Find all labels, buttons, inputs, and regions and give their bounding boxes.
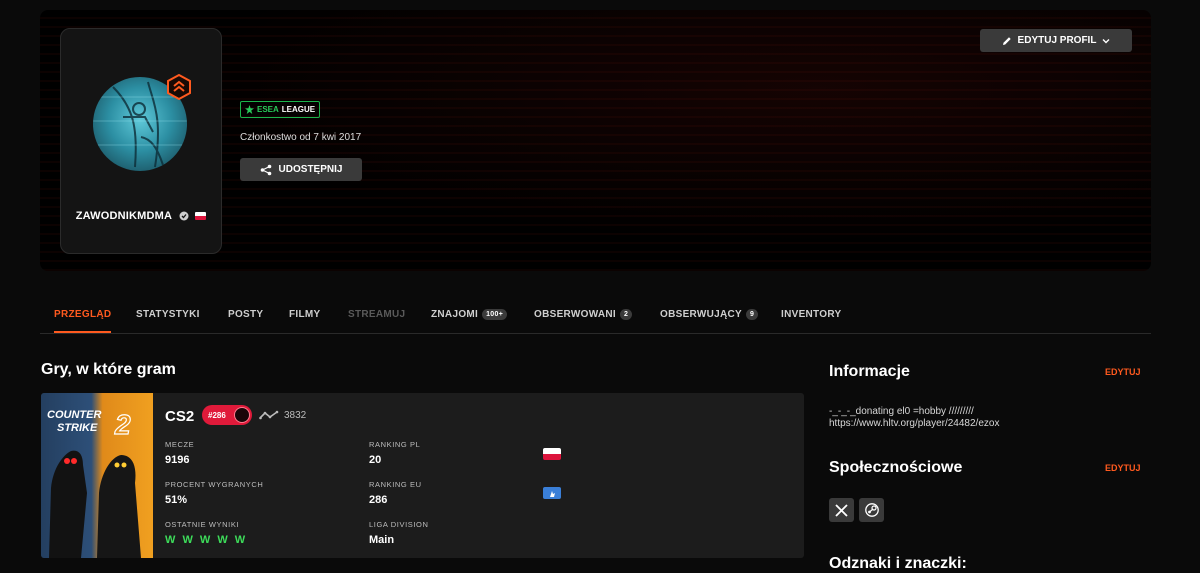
tab-statystyki[interactable]: STATYSTYKI <box>136 309 200 320</box>
chevron-down-icon <box>1102 38 1110 43</box>
elo-value: 3832 <box>284 410 307 421</box>
tab-label: ZNAJOMI <box>431 309 479 320</box>
tab-label: STREAMUJ <box>348 309 406 320</box>
recent-results-label: OSTATNIE WYNIKI <box>165 520 240 529</box>
profile-banner: ZAWODNIKMDMA ESEA LEAGUE Członkostwo od … <box>40 10 1151 271</box>
tab-label: POSTY <box>228 309 264 320</box>
x-social-button[interactable] <box>829 498 854 522</box>
cover-text-line1: COUNTER <box>47 409 101 421</box>
tab-obserwowani[interactable]: OBSERWOWANI 2 <box>534 309 633 320</box>
badges-title: Odznaki i znaczki: <box>829 555 967 572</box>
esea-star-icon <box>245 105 254 114</box>
tab-obserwujacy[interactable]: OBSERWUJĄCY 9 <box>660 309 759 320</box>
elo-trend-icon <box>259 410 279 420</box>
username[interactable]: ZAWODNIKMDMA <box>76 210 172 222</box>
cover-text-line2: STRIKE <box>57 422 98 434</box>
rank-eu-label: RANKING EU <box>369 480 422 489</box>
games-section-title: Gry, w które gram <box>41 361 176 378</box>
level-badge-icon <box>167 74 191 100</box>
steam-icon <box>864 503 879 517</box>
bio-line-2[interactable]: https://www.hltv.org/player/24482/ezox <box>829 418 999 429</box>
europe-map-icon <box>550 491 555 497</box>
bio-line-1: -_-_-_donating el0 =hobby ///////// <box>829 406 974 417</box>
rank-pl-label: RANKING PL <box>369 440 421 449</box>
rank-badge-label: #286 <box>208 410 226 420</box>
tab-count-badge: 2 <box>620 309 633 320</box>
esea-league-badge[interactable]: ESEA LEAGUE <box>240 101 321 118</box>
tab-filmy[interactable]: FILMY <box>289 309 321 320</box>
verified-icon <box>179 211 189 221</box>
rank-badge: #286 <box>202 405 252 425</box>
x-twitter-icon <box>835 503 848 517</box>
tab-posty[interactable]: POSTY <box>228 309 263 320</box>
poland-flag-icon <box>195 212 207 220</box>
tab-label: STATYSTYKI <box>136 309 200 320</box>
member-since: Członkostwo od 7 kwi 2017 <box>240 132 362 143</box>
username-row: ZAWODNIKMDMA <box>61 210 221 222</box>
social-title: Społecznościowe <box>829 459 963 476</box>
edit-profile-label: EDYTUJ PROFIL <box>1017 35 1097 46</box>
tab-znajomi[interactable]: ZNAJOMI 100+ <box>431 309 508 320</box>
cs2-cover-image[interactable]: COUNTER STRIKE 2 <box>41 393 153 558</box>
cs2-cover-artwork: COUNTER STRIKE 2 <box>47 408 141 558</box>
matches-label: MECZE <box>165 440 195 449</box>
tab-count-badge: 9 <box>746 309 759 320</box>
steam-social-button[interactable] <box>859 498 884 522</box>
tab-streamuj: STREAMUJ <box>348 309 405 320</box>
rank-eu-value: 286 <box>369 494 388 506</box>
division-value: Main <box>369 534 395 546</box>
division-label: LIGA DIVISION <box>369 520 429 529</box>
win-pct-label: PROCENT WYGRANYCH <box>165 480 264 489</box>
tab-inventory[interactable]: INVENTORY <box>781 309 842 320</box>
poland-flag-icon <box>543 448 561 460</box>
recent-results-value: W W W W W <box>165 534 248 546</box>
matches-value: 9196 <box>165 454 190 466</box>
share-icon <box>260 164 271 175</box>
info-edit-link[interactable]: EDYTUJ <box>1105 367 1141 377</box>
tab-label: PRZEGLĄD <box>54 309 112 320</box>
tab-przeglad[interactable]: PRZEGLĄD <box>54 309 112 333</box>
social-edit-link[interactable]: EDYTUJ <box>1105 463 1141 473</box>
share-label: UDOSTĘPNIJ <box>278 164 343 175</box>
info-title: Informacje <box>829 363 910 380</box>
tab-count-badge: 100+ <box>482 309 508 320</box>
profile-tabs: PRZEGLĄD STATYSTYKI POSTY FILMY STREAMUJ… <box>40 300 1151 334</box>
tab-label: OBSERWOWANI <box>534 309 617 320</box>
esea-label: ESEA <box>257 105 279 114</box>
tab-label: INVENTORY <box>781 309 842 320</box>
pencil-icon <box>1002 36 1011 45</box>
win-pct-value: 51% <box>165 494 188 506</box>
tab-label: OBSERWUJĄCY <box>660 309 743 320</box>
game-name: CS2 <box>165 408 195 425</box>
game-card-cs2[interactable]: COUNTER STRIKE 2 CS2 #286 3832 MECZE 919… <box>41 393 804 558</box>
rank-pl-value: 20 <box>369 454 382 466</box>
europe-region-icon <box>543 487 561 499</box>
edit-profile-button[interactable]: EDYTUJ PROFIL <box>980 29 1132 52</box>
cover-number: 2 <box>114 409 131 440</box>
avatar-card: ZAWODNIKMDMA <box>60 28 222 254</box>
tab-label: FILMY <box>289 309 321 320</box>
league-label: LEAGUE <box>281 105 316 114</box>
rank-emblem-icon <box>234 407 250 423</box>
share-button[interactable]: UDOSTĘPNIJ <box>240 158 362 181</box>
